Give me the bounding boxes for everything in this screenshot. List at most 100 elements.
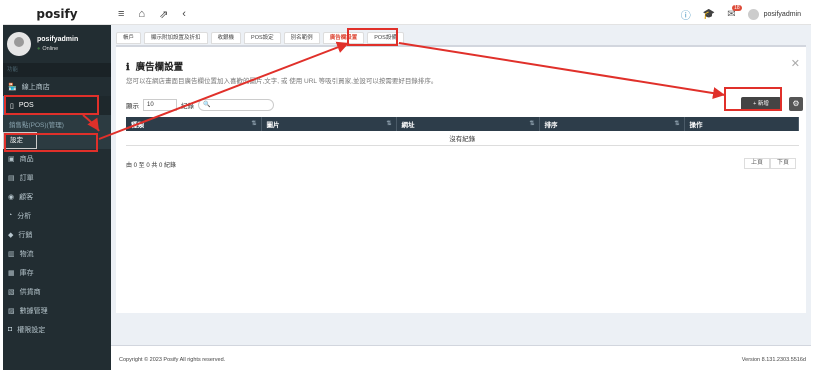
sidebar: posifyadmin Online 功能 🏪 線上商店 ▯ POS 銷售點(POS…: [3, 25, 111, 370]
sidebar-item-label: 顧客: [19, 193, 34, 201]
sort-icon: ⇅: [386, 121, 392, 127]
sidebar-item-analytics[interactable]: ◔ 分析: [3, 206, 111, 225]
sidebar-item-label: 物流: [19, 250, 34, 258]
ad-banner-panel: ℹ 廣告欄設置 ✕ 您可以在網店畫面目廣告欄位置加入喜歡的圖片,文字, 或 使用 …: [116, 45, 806, 313]
column-label: 網址: [401, 122, 415, 129]
info-icon[interactable]: ⓘ: [681, 7, 691, 22]
supplier-icon: ▧: [8, 288, 15, 296]
footer: Copyright © 2023 Posify All rights reser…: [111, 345, 811, 370]
user-name: posifyadmin: [763, 10, 801, 18]
database-icon: ▨: [8, 307, 15, 315]
app-window: posify ≡ ⌂ ⇗ ‹ ⓘ 🎓 ✉ 18 posifyadmin posif…: [3, 3, 811, 370]
sidebar-item-pos-manage[interactable]: 銷售點(POS)(管理): [3, 115, 111, 132]
settings-tabs: 帳戶 顯示附加設置及折扣 收銀機 POS設定 別名範例 廣告欄設置 POS設備: [116, 32, 404, 44]
sidebar-item-suppliers[interactable]: ▧ 供貨商: [3, 282, 111, 301]
sort-icon: ⇅: [529, 121, 535, 127]
sidebar-item-label: 庫存: [19, 269, 34, 277]
column-header-url[interactable]: 網址 ⇅: [396, 117, 540, 131]
close-icon[interactable]: ✕: [791, 57, 800, 70]
mail-icon[interactable]: ✉ 18: [727, 4, 742, 20]
length-control: 顯示 10 紀錄 🔍: [126, 99, 274, 111]
warehouse-icon: ▦: [8, 269, 15, 277]
column-label: 排序: [544, 122, 558, 129]
add-button[interactable]: + 新增: [741, 97, 781, 111]
column-header-image[interactable]: 圖片 ⇅: [261, 117, 397, 131]
tag-icon: ◆: [8, 231, 14, 239]
column-label: 種類: [131, 122, 144, 129]
tab-alias[interactable]: 別名範例: [283, 32, 320, 44]
user-menu[interactable]: posifyadmin: [747, 8, 801, 20]
sidebar-item-online-store[interactable]: 🏪 線上商店: [3, 77, 111, 96]
graduation-cap-icon[interactable]: 🎓: [703, 9, 715, 20]
home-icon[interactable]: ⌂: [138, 8, 145, 20]
table-row: 沒有紀錄: [126, 131, 799, 146]
panel-description: 您可以在網店畫面目廣告欄位置加入喜歡的圖片,文字, 或 使用 URL 等吸引買家…: [126, 78, 438, 85]
column-header-type[interactable]: 種類 ⇅: [126, 117, 262, 131]
sidebar-item-label: 線上商店: [21, 83, 50, 91]
pos-submenu: 銷售點(POS)(管理) 設定: [3, 115, 111, 149]
page-title: ℹ 廣告欄設置: [126, 59, 183, 73]
user-panel: posifyadmin Online: [3, 25, 111, 63]
pagination: 上頁 下頁: [743, 158, 796, 169]
top-navbar: posify ≡ ⌂ ⇗ ‹ ⓘ 🎓 ✉ 18 posifyadmin: [3, 3, 811, 25]
sidebar-item-pos[interactable]: ▯ POS: [3, 96, 111, 115]
back-icon[interactable]: ‹: [182, 8, 186, 20]
tab-pos-devices[interactable]: POS設備: [367, 32, 404, 44]
info-icon: ℹ: [126, 62, 130, 73]
copyright-text: Copyright © 2023 Posify All rights reser…: [119, 357, 226, 363]
sort-icon: ⇅: [251, 121, 257, 127]
sort-icon: ⇅: [674, 121, 680, 127]
top-right-tools: ⓘ 🎓 ✉ 18 posifyadmin: [681, 3, 801, 25]
sidebar-item-label: 商品: [19, 155, 34, 163]
sidebar-item-products[interactable]: ▣ 商品: [3, 149, 111, 168]
tab-account[interactable]: 帳戶: [116, 32, 142, 44]
sidebar-item-customers[interactable]: ◉ 顧客: [3, 187, 111, 206]
sidebar-item-inventory[interactable]: ▦ 庫存: [3, 263, 111, 282]
sidebar-item-label: 行銷: [18, 231, 33, 239]
menu-toggle-icon[interactable]: ≡: [118, 8, 124, 20]
sidebar-item-marketing[interactable]: ◆ 行銷: [3, 225, 111, 244]
external-link-icon[interactable]: ⇗: [159, 8, 168, 21]
sidebar-item-label: 權限設定: [17, 326, 46, 334]
sidebar-item-label: 數據管理: [19, 307, 48, 315]
notification-badge: 18: [732, 4, 742, 11]
tab-pos-settings[interactable]: POS設定: [244, 32, 281, 44]
sidebar-header: 功能: [3, 63, 111, 77]
panel-title-text: 廣告欄設置: [135, 62, 184, 73]
prev-page-button[interactable]: 上頁: [743, 158, 770, 169]
sidebar-item-label: POS: [18, 102, 34, 109]
pie-icon: ◔: [8, 212, 13, 219]
sidebar-item-label: 分析: [17, 212, 32, 220]
tab-ad-banner[interactable]: 廣告欄設置: [322, 32, 365, 44]
length-label: 顯示: [126, 103, 139, 110]
tab-cashier[interactable]: 收銀機: [210, 32, 242, 44]
table-info: 由 0 至 0 共 0 紀錄: [126, 163, 177, 169]
version-text: Version 8.131.2303.5516d: [741, 357, 806, 363]
gear-icon[interactable]: ⚙: [789, 97, 803, 111]
sidebar-item-settings[interactable]: 設定: [3, 132, 37, 149]
sidebar-bottom-items: ▣ 商品 ▤ 訂單 ◉ 顧客 ◔ 分析 ◆ 行銷 ▥ 物流 ▦ 庫存 ▧ 供貨商 ▨ 數據管理 ◘ 權限設定: [3, 149, 111, 339]
next-page-button[interactable]: 下頁: [769, 158, 796, 169]
sidebar-item-data-management[interactable]: ▨ 數據管理: [3, 301, 111, 320]
column-label: 圖片: [266, 122, 280, 129]
sidebar-item-logistics[interactable]: ▥ 物流: [3, 244, 111, 263]
sidebar-item-label: 訂單: [19, 174, 34, 182]
main-content: 帳戶 顯示附加設置及折扣 收銀機 POS設定 別名範例 廣告欄設置 POS設備 …: [111, 25, 811, 370]
tab-discounts[interactable]: 顯示附加設置及折扣: [144, 32, 208, 44]
store-icon: 🏪: [8, 83, 17, 91]
brand-logo[interactable]: posify: [3, 3, 111, 25]
search-input[interactable]: 🔍: [198, 99, 274, 111]
avatar: [747, 8, 759, 20]
empty-message: 沒有紀錄: [126, 131, 799, 146]
sidebar-item-orders[interactable]: ▤ 訂單: [3, 168, 111, 187]
user-status: Online: [37, 46, 78, 52]
column-label: 操作: [689, 122, 703, 129]
top-nav-icons: ≡ ⌂ ⇗ ‹: [118, 3, 186, 25]
user-avatar: [7, 32, 31, 56]
column-header-actions: 操作: [684, 117, 799, 131]
user-panel-name: posifyadmin: [37, 36, 79, 43]
sidebar-item-permissions[interactable]: ◘ 權限設定: [3, 320, 111, 339]
length-suffix: 紀錄: [181, 103, 194, 110]
column-header-order[interactable]: 排序 ⇅: [539, 117, 685, 131]
length-select[interactable]: 10: [143, 99, 177, 111]
